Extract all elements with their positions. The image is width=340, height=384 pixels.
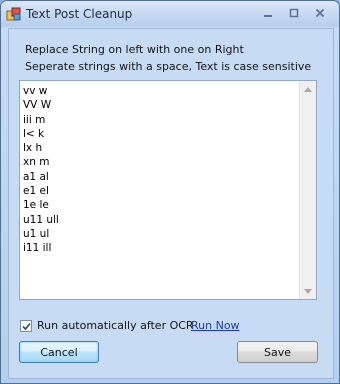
instruction-line-1: Replace String on left with one on Right [25,43,244,56]
checkmark-icon [21,322,31,330]
close-icon[interactable] [307,4,333,22]
instruction-line-2: Seperate strings with a space, Text is c… [25,60,312,73]
replacements-textarea[interactable]: vv w VV W iii m l< k lx h xn m a1 al e1 … [19,80,317,300]
window-title: Text Post Cleanup [26,7,133,21]
maximize-icon[interactable] [281,4,307,22]
app-icon [6,6,22,22]
auto-run-checkbox[interactable] [20,320,32,332]
scroll-up-icon[interactable] [300,81,316,97]
scroll-down-icon[interactable] [300,283,316,299]
dialog-body: Replace String on left with one on Right… [8,28,334,379]
cancel-button[interactable]: Cancel [19,341,99,363]
title-bar[interactable]: Text Post Cleanup [1,1,339,27]
save-button[interactable]: Save [237,341,318,363]
save-button-label: Save [263,345,291,359]
minimize-icon[interactable] [255,4,281,22]
dialog-window: Text Post Cleanup Replace String on left… [0,0,340,384]
cancel-button-label: Cancel [40,345,78,359]
vertical-scrollbar[interactable] [299,81,316,299]
auto-run-label[interactable]: Run automatically after OCR [37,319,194,332]
run-now-link[interactable]: Run Now [191,319,240,332]
replacements-text[interactable]: vv w VV W iii m l< k lx h xn m a1 al e1 … [23,84,299,297]
